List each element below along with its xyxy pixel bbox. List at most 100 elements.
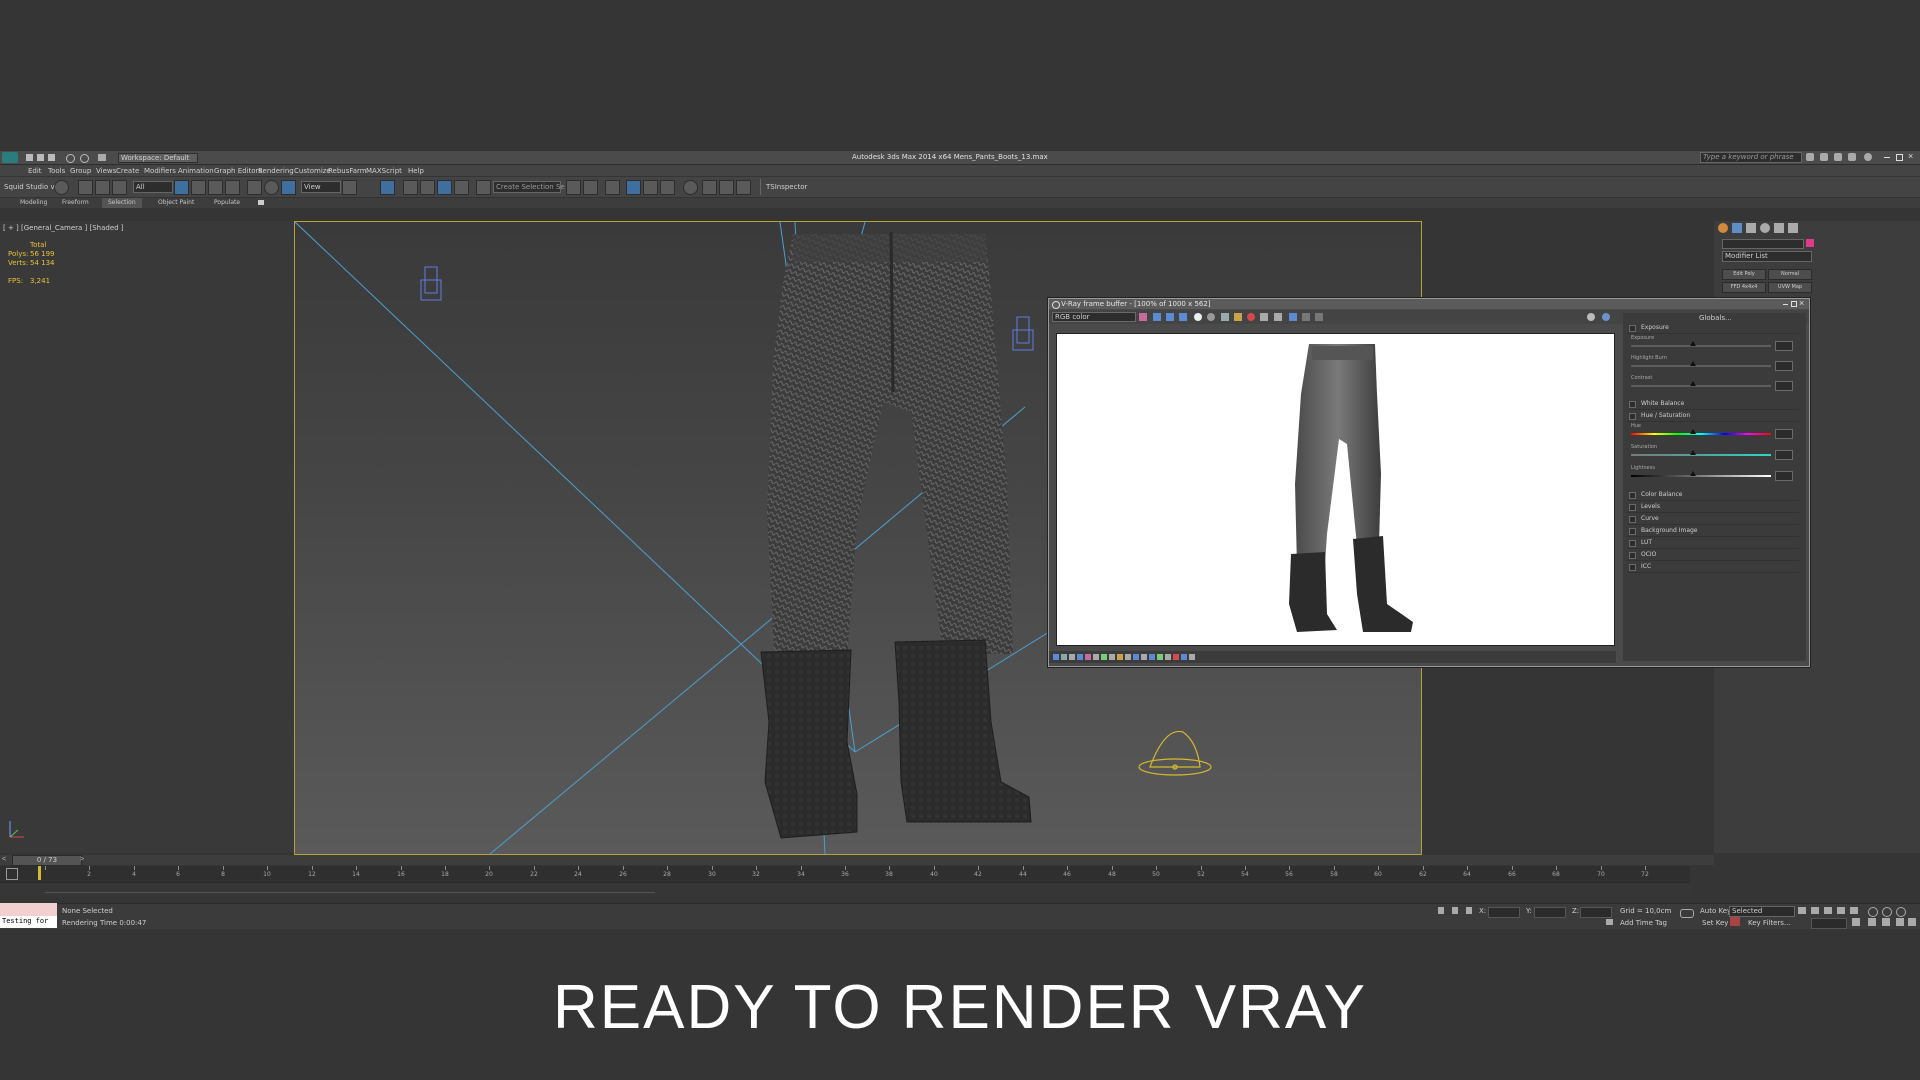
- field-of-view-icon[interactable]: [1882, 918, 1890, 926]
- select-by-name-icon[interactable]: [191, 180, 206, 195]
- vfb-save-icon[interactable]: [1139, 313, 1147, 321]
- menu-item-views[interactable]: Views: [96, 167, 116, 175]
- menu-item-animation[interactable]: Animation: [178, 167, 214, 175]
- set-key-button[interactable]: Set Key: [1702, 919, 1728, 927]
- correction-row-curve[interactable]: Curve: [1627, 514, 1799, 525]
- menu-item-help[interactable]: Help: [408, 167, 424, 175]
- y-coordinate-field[interactable]: [1534, 907, 1566, 918]
- vfb-globals-button[interactable]: Globals...: [1699, 314, 1732, 322]
- object-color-swatch[interactable]: [1806, 239, 1814, 247]
- correction-checkbox[interactable]: [1629, 540, 1636, 547]
- vfb-bottom-icon-5[interactable]: [1085, 654, 1091, 660]
- time-slider-next-icon[interactable]: >: [80, 856, 84, 863]
- exposure-highlight-burn-thumb[interactable]: [1689, 361, 1696, 366]
- hue-saturation-value[interactable]: [1775, 450, 1793, 460]
- menu-item-rebusfarm[interactable]: RebusFarm: [328, 167, 367, 175]
- add-time-tag[interactable]: Add Time Tag: [1620, 919, 1667, 927]
- correction-checkbox[interactable]: [1629, 401, 1636, 408]
- vfb-bottom-icon-18[interactable]: [1189, 654, 1195, 660]
- time-slider-prev-icon[interactable]: <: [2, 856, 6, 863]
- vfb-bottom-icon-10[interactable]: [1125, 654, 1131, 660]
- maximize-icon[interactable]: [1896, 154, 1903, 161]
- vfb-settings-icon[interactable]: [1587, 313, 1595, 321]
- vfb-close-icon[interactable]: ×: [1799, 298, 1804, 308]
- exposure-exposure-value[interactable]: [1775, 341, 1793, 351]
- vfb-render-icon[interactable]: [1247, 313, 1255, 321]
- communication-icon[interactable]: [1834, 153, 1842, 161]
- vfb-minimize-icon[interactable]: [1783, 304, 1788, 305]
- ribbon-tab-selection[interactable]: Selection: [102, 198, 142, 208]
- help-search-input[interactable]: Type a keyword or phrase: [1700, 152, 1802, 163]
- vfb-history-icon[interactable]: [1289, 313, 1297, 321]
- unlink-selection-icon[interactable]: [95, 180, 110, 195]
- exposure-contrast-value[interactable]: [1775, 381, 1793, 391]
- zoom-extents-icon[interactable]: [1868, 918, 1876, 926]
- absolute-mode-icon[interactable]: [1466, 907, 1472, 914]
- hue-lightness-slider[interactable]: [1631, 471, 1771, 477]
- exposure-exposure-slider[interactable]: [1631, 341, 1771, 347]
- time-slider-thumb[interactable]: 0 / 73: [12, 855, 82, 866]
- schematic-view-icon[interactable]: [660, 180, 675, 195]
- time-configuration-icon[interactable]: [1852, 918, 1860, 926]
- menu-item-create[interactable]: Create: [116, 167, 139, 175]
- exposure-highlight-burn-slider[interactable]: [1631, 361, 1771, 367]
- hue-saturation-slider[interactable]: [1631, 450, 1771, 456]
- correction-row-lut[interactable]: LUT: [1627, 538, 1799, 549]
- curve-editor-icon[interactable]: [643, 180, 658, 195]
- select-object-icon[interactable]: [174, 180, 189, 195]
- close-icon[interactable]: ×: [1908, 152, 1913, 161]
- time-tag-icon[interactable]: [1606, 919, 1613, 925]
- vfb-bottom-icon-7[interactable]: [1101, 654, 1107, 660]
- vfb-load-image-icon[interactable]: [1234, 313, 1242, 321]
- correction-row-exposure[interactable]: Exposure: [1627, 323, 1799, 334]
- motion-tab-icon[interactable]: [1760, 223, 1770, 233]
- menu-item-tools[interactable]: Tools: [48, 167, 65, 175]
- spinner-snap-icon[interactable]: [454, 180, 469, 195]
- zoom-all-icon[interactable]: [1882, 907, 1892, 917]
- select-manipulate-icon[interactable]: [380, 180, 395, 195]
- correction-row-white-balance[interactable]: White Balance: [1627, 399, 1799, 410]
- align-icon[interactable]: [583, 180, 598, 195]
- mirror-icon[interactable]: [566, 180, 581, 195]
- modifier-button-edit-poly[interactable]: Edit Poly: [1722, 269, 1766, 280]
- rotate-icon[interactable]: [264, 180, 279, 195]
- vfb-red-channel-icon[interactable]: [1153, 313, 1161, 321]
- vfb-bottom-icon-6[interactable]: [1093, 654, 1099, 660]
- correction-row-background-image[interactable]: Background Image: [1627, 526, 1799, 537]
- pan-view-icon[interactable]: [1896, 918, 1904, 926]
- modifier-list-dropdown[interactable]: Modifier List: [1722, 251, 1812, 262]
- snaps-toggle-icon[interactable]: [403, 180, 418, 195]
- object-name-field[interactable]: [1722, 239, 1804, 249]
- ribbon-options-icon[interactable]: [258, 200, 264, 205]
- correction-row-hue-saturation[interactable]: Hue / Saturation: [1627, 411, 1799, 422]
- named-selection-sets-dropdown[interactable]: Create Selection Se: [493, 181, 565, 193]
- bind-space-warp-icon[interactable]: [112, 180, 127, 195]
- select-and-link-icon[interactable]: [78, 180, 93, 195]
- correction-checkbox[interactable]: [1629, 504, 1636, 511]
- previous-frame-icon[interactable]: [1811, 907, 1819, 914]
- vfb-bottom-icon-2[interactable]: [1061, 654, 1067, 660]
- lock-selection-icon[interactable]: [1452, 907, 1458, 914]
- next-frame-icon[interactable]: [1837, 907, 1845, 914]
- exposure-contrast-thumb[interactable]: [1689, 381, 1696, 386]
- open-file-icon[interactable]: [37, 154, 44, 161]
- utilities-tab-icon[interactable]: [1788, 223, 1798, 233]
- orbit-icon[interactable]: [1896, 907, 1906, 917]
- reference-coordinate-dropdown[interactable]: View: [301, 181, 341, 193]
- ribbon-tab-populate[interactable]: Populate: [208, 198, 246, 208]
- edit-named-selection-icon[interactable]: [476, 180, 491, 195]
- move-icon[interactable]: [247, 180, 262, 195]
- vfb-bottom-icon-13[interactable]: [1149, 654, 1155, 660]
- correction-checkbox[interactable]: [1629, 413, 1636, 420]
- current-frame-field[interactable]: [1811, 918, 1847, 929]
- track-bar[interactable]: 2 4 6 8 10 12 14 16 18 20 22 24 26 28 30 32 34 36 38 40 42 44…: [0, 866, 1690, 882]
- hue-hue-thumb[interactable]: [1689, 429, 1696, 434]
- ribbon-tab-modeling[interactable]: Modeling: [14, 198, 53, 208]
- binoculars-icon[interactable]: [1806, 153, 1814, 161]
- undo-icon[interactable]: [66, 154, 75, 163]
- auto-key-button[interactable]: Auto Key: [1700, 907, 1731, 915]
- subscription-icon[interactable]: [1820, 153, 1828, 161]
- scale-icon[interactable]: [281, 180, 296, 195]
- hue-lightness-value[interactable]: [1775, 471, 1793, 481]
- track-bar-icon[interactable]: [6, 868, 18, 880]
